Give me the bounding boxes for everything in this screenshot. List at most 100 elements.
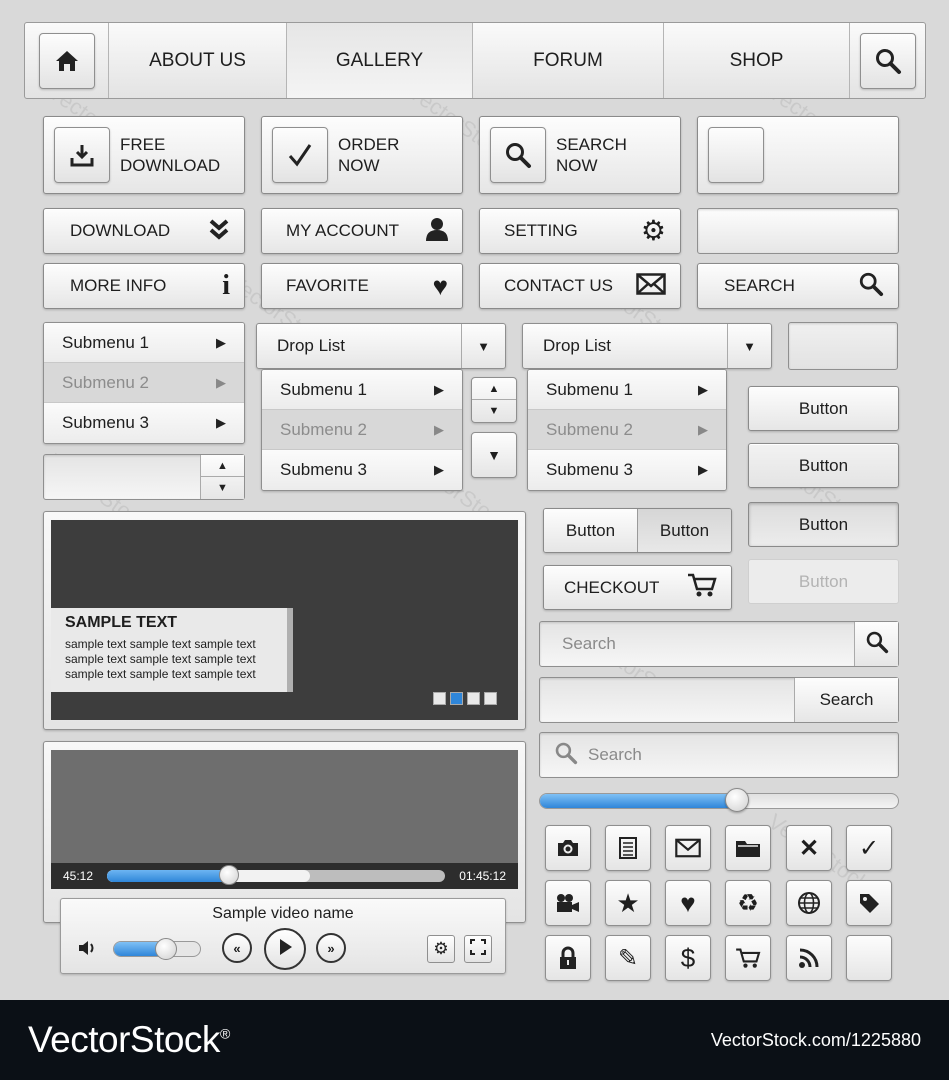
blank-button[interactable] xyxy=(697,208,899,254)
blank-button[interactable] xyxy=(846,935,892,981)
plain-button[interactable]: Button xyxy=(748,386,899,431)
search-field-text-button: Search xyxy=(539,677,899,723)
tag-button[interactable] xyxy=(846,880,892,926)
nav-gallery[interactable]: GALLERY xyxy=(287,23,473,98)
pencil-button[interactable]: ✎ xyxy=(605,935,651,981)
nav-forum[interactable]: FORUM xyxy=(473,23,664,98)
volume-icon[interactable] xyxy=(77,939,97,962)
fast-forward-button[interactable]: » xyxy=(316,933,346,963)
lock-button[interactable] xyxy=(545,935,591,981)
rss-button[interactable] xyxy=(786,935,832,981)
nav-search-button[interactable] xyxy=(850,23,925,98)
my-account-button[interactable]: MY ACCOUNT xyxy=(261,208,463,254)
checkout-button[interactable]: CHECKOUT xyxy=(543,565,732,610)
submenu-item[interactable]: Submenu 2 ▶ xyxy=(44,363,244,403)
spinner-down-button[interactable]: ▼ xyxy=(201,477,244,499)
segment-button-right[interactable]: Button xyxy=(638,509,731,552)
button-label: Button xyxy=(798,571,849,591)
free-download-button[interactable]: FREE DOWNLOAD xyxy=(43,116,245,194)
submenu-item[interactable]: Submenu 3 ▶ xyxy=(44,403,244,443)
video-progress-track[interactable] xyxy=(107,865,446,885)
rewind-button[interactable]: « xyxy=(222,933,252,963)
download-button[interactable]: DOWNLOAD xyxy=(43,208,245,254)
dollar-button[interactable]: $ xyxy=(665,935,711,981)
cart-button[interactable] xyxy=(725,935,771,981)
button-label: Button xyxy=(798,514,849,534)
slide-dot[interactable] xyxy=(433,692,446,705)
volume-slider[interactable] xyxy=(113,938,201,960)
disabled-button[interactable]: Button xyxy=(748,559,899,604)
button-label: DOWNLOAD xyxy=(70,221,171,240)
double-chevron-down-icon xyxy=(208,218,230,245)
submenu-item[interactable]: Submenu 3 ▶ xyxy=(262,450,462,490)
order-now-button[interactable]: ORDER NOW xyxy=(261,116,463,194)
video-screen[interactable] xyxy=(51,750,518,863)
submenu-item[interactable]: Submenu 1 ▶ xyxy=(262,370,462,410)
notepad-icon xyxy=(618,836,638,860)
contact-us-button[interactable]: CONTACT US xyxy=(479,263,681,309)
slider-track[interactable] xyxy=(539,793,899,809)
nav-about-us[interactable]: ABOUT US xyxy=(109,23,287,98)
caret-down-button[interactable]: ▼ xyxy=(471,432,517,478)
submenu-item[interactable]: Submenu 2 ▶ xyxy=(262,410,462,450)
recycle-icon: ♻ xyxy=(737,889,759,917)
search-field-inline-icon[interactable]: Search xyxy=(539,732,899,778)
volume-knob[interactable] xyxy=(154,938,177,960)
search-submit-button[interactable] xyxy=(854,622,898,666)
setting-button[interactable]: SETTING ⚙ xyxy=(479,208,681,254)
favorite-button[interactable]: FAVORITE ♥ xyxy=(261,263,463,309)
slide-dot[interactable] xyxy=(484,692,497,705)
slide-dot[interactable] xyxy=(467,692,480,705)
submenu-item[interactable]: Submenu 2 ▶ xyxy=(528,410,726,450)
download-icon xyxy=(54,127,110,183)
drop-list-menu: Submenu 1 ▶ Submenu 2 ▶ Submenu 3 ▶ xyxy=(527,369,727,491)
nav-shop[interactable]: SHOP xyxy=(664,23,850,98)
top-nav-bar: ABOUT US GALLERY FORUM SHOP xyxy=(24,22,926,99)
stepper-down-button[interactable]: ▼ xyxy=(472,400,516,422)
spinner-up-button[interactable]: ▲ xyxy=(201,455,244,477)
fullscreen-button[interactable] xyxy=(464,935,492,963)
star-button[interactable]: ★ xyxy=(605,880,651,926)
current-time: 45:12 xyxy=(63,869,94,883)
folder-button[interactable] xyxy=(725,825,771,871)
stepper-up-button[interactable]: ▲ xyxy=(472,378,516,400)
settings-button[interactable]: ⚙ xyxy=(427,935,455,963)
globe-button[interactable] xyxy=(786,880,832,926)
caption-line: sample text sample text sample text xyxy=(65,652,256,666)
pressed-button[interactable]: Button xyxy=(748,502,899,547)
drop-list[interactable]: Drop List ▼ xyxy=(522,323,772,369)
cart-icon xyxy=(687,572,717,603)
video-scrubber[interactable] xyxy=(218,865,239,885)
fullscreen-icon xyxy=(470,938,486,960)
blank-big-button[interactable] xyxy=(697,116,899,194)
play-button[interactable] xyxy=(264,928,306,970)
slide-dot-active[interactable] xyxy=(450,692,463,705)
camera-button[interactable] xyxy=(545,825,591,871)
up-down-stepper: ▲ ▼ xyxy=(471,377,517,423)
search-icon xyxy=(490,127,546,183)
hover-button[interactable]: Button xyxy=(748,443,899,488)
submenu-item[interactable]: Submenu 3 ▶ xyxy=(528,450,726,490)
heart-button[interactable]: ♥ xyxy=(665,880,711,926)
submenu-item[interactable]: Submenu 1 ▶ xyxy=(44,323,244,363)
notepad-button[interactable] xyxy=(605,825,651,871)
chevron-right-icon: ▶ xyxy=(216,415,226,430)
spinner-input[interactable]: ▲ ▼ xyxy=(43,454,245,500)
slider-handle[interactable] xyxy=(725,788,749,812)
mail-button[interactable] xyxy=(665,825,711,871)
segment-button-left[interactable]: Button xyxy=(544,509,638,552)
search-now-button[interactable]: SEARCH NOW xyxy=(479,116,681,194)
home-button[interactable] xyxy=(25,23,109,98)
more-info-button[interactable]: MORE INFO i xyxy=(43,263,245,309)
blank-button[interactable] xyxy=(788,322,898,370)
video-camera-button[interactable] xyxy=(545,880,591,926)
drop-list[interactable]: Drop List ▼ xyxy=(256,323,506,369)
close-button[interactable]: ✕ xyxy=(786,825,832,871)
recycle-button[interactable]: ♻ xyxy=(725,880,771,926)
search-input[interactable]: Search xyxy=(540,634,854,654)
search-button[interactable]: SEARCH xyxy=(697,263,899,309)
chevron-right-icon: ▶ xyxy=(434,462,444,477)
search-submit-button[interactable]: Search xyxy=(794,678,898,722)
check-button[interactable]: ✓ xyxy=(846,825,892,871)
submenu-item[interactable]: Submenu 1 ▶ xyxy=(528,370,726,410)
